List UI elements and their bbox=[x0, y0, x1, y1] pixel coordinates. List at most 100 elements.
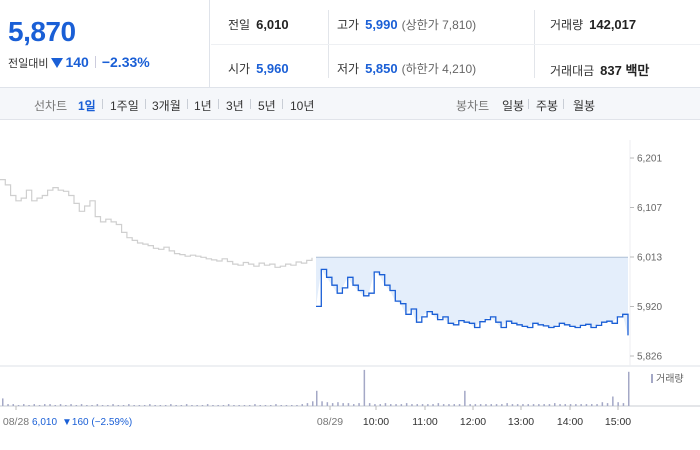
volume-bar bbox=[233, 405, 235, 406]
volume-bar bbox=[59, 404, 62, 406]
volume-bar bbox=[342, 403, 344, 406]
volume-bar bbox=[458, 404, 461, 406]
volume-bar bbox=[296, 405, 298, 406]
volume-bar bbox=[601, 402, 604, 406]
stat-label: 시가 bbox=[228, 62, 251, 76]
volume-bar bbox=[532, 404, 535, 406]
y-tick-label: 6,107 bbox=[637, 203, 662, 214]
stat-label: 전일 bbox=[228, 18, 251, 32]
volume-bar bbox=[326, 402, 329, 406]
tab-1week[interactable]: 1주일 bbox=[110, 97, 139, 114]
tab-divider bbox=[187, 99, 188, 109]
volume-bar bbox=[374, 404, 376, 406]
volume-bar bbox=[185, 404, 188, 406]
volume-bar bbox=[128, 404, 130, 406]
prev-day-caption-price: 6,010 bbox=[32, 417, 57, 428]
volume-bar bbox=[143, 405, 146, 406]
volume-bar bbox=[107, 405, 109, 406]
stat-label: 거래대금 bbox=[550, 64, 595, 78]
volume-bar bbox=[254, 404, 256, 406]
volume-bar bbox=[149, 404, 151, 406]
tab-3years[interactable]: 3년 bbox=[226, 97, 244, 114]
volume-bar bbox=[101, 405, 104, 406]
tab-divider bbox=[282, 99, 283, 109]
candle-chart-label: 봉차트 bbox=[456, 99, 490, 113]
volume-bar bbox=[7, 404, 9, 406]
tab-divider bbox=[528, 99, 529, 109]
x-tick-label: 14:00 bbox=[557, 416, 583, 428]
stat-value: 5,850 bbox=[365, 61, 398, 76]
volume-bar bbox=[400, 404, 403, 406]
volume-bar bbox=[548, 404, 551, 406]
volume-bar bbox=[159, 405, 162, 406]
volume-bar bbox=[453, 404, 455, 406]
volume-bar bbox=[312, 401, 314, 407]
volume-bar bbox=[585, 404, 588, 406]
x-tick-label: 11:00 bbox=[412, 416, 438, 428]
volume-bar bbox=[164, 405, 167, 406]
volume-bar bbox=[469, 404, 471, 406]
prev-day-caption-change: ▼160 (−2.59%) bbox=[62, 417, 132, 428]
volume-bar bbox=[259, 405, 261, 406]
volume-legend: 거래량 bbox=[656, 373, 684, 385]
volume-bar bbox=[347, 403, 350, 406]
stat-open: 시가 5,960 bbox=[228, 60, 289, 77]
volume-bar bbox=[421, 404, 424, 406]
volume-bar bbox=[437, 403, 440, 406]
volume-bar bbox=[416, 404, 418, 406]
y-tick-label: 6,013 bbox=[637, 253, 662, 264]
volume-bar bbox=[217, 405, 219, 406]
tab-3months[interactable]: 3개월 bbox=[152, 97, 181, 114]
volume-bar bbox=[628, 371, 630, 406]
stat-label: 고가 bbox=[337, 18, 360, 32]
tab-daily-candle[interactable]: 일봉 bbox=[502, 97, 524, 114]
stat-low: 저가 5,850 (하한가 4,210) bbox=[337, 60, 476, 77]
stat-value: 5,990 bbox=[365, 17, 398, 32]
volume-bar bbox=[28, 405, 30, 406]
volume-bars bbox=[2, 369, 630, 407]
volume-bar bbox=[564, 404, 566, 406]
volume-bar bbox=[337, 402, 339, 406]
volume-bar bbox=[617, 402, 619, 406]
volume-bar bbox=[133, 405, 135, 406]
volume-bar bbox=[411, 404, 413, 406]
tab-divider bbox=[218, 99, 219, 109]
upper-limit: (상한가 7,810) bbox=[401, 18, 477, 32]
stat-amount: 거래대금 837 백만 bbox=[550, 60, 649, 79]
tab-1day[interactable]: 1일 bbox=[78, 97, 96, 114]
volume-bar bbox=[554, 403, 556, 406]
row-divider bbox=[211, 44, 700, 45]
volume-bar bbox=[170, 404, 172, 406]
volume-bar bbox=[96, 404, 99, 406]
tab-10years[interactable]: 10년 bbox=[290, 97, 314, 114]
volume-bar bbox=[448, 404, 450, 406]
stat-volume: 거래량 142,017 bbox=[550, 16, 636, 33]
change-amount: 140 bbox=[65, 54, 89, 70]
tab-5years[interactable]: 5년 bbox=[258, 97, 276, 114]
x-tick-label: 12:00 bbox=[460, 416, 486, 428]
volume-bar bbox=[363, 369, 366, 406]
volume-bar bbox=[191, 405, 193, 406]
volume-bar bbox=[270, 405, 272, 406]
y-axis-ticks: 6,201 6,107 6,013 5,920 5,826 bbox=[630, 154, 662, 363]
volume-bar bbox=[291, 405, 293, 406]
volume-bar bbox=[91, 405, 93, 406]
volume-bar bbox=[33, 404, 35, 406]
volume-bar bbox=[405, 403, 408, 406]
volume-bar bbox=[379, 404, 381, 406]
tab-monthly-candle[interactable]: 월봉 bbox=[573, 97, 595, 114]
down-triangle-icon bbox=[51, 58, 64, 68]
tab-weekly-candle[interactable]: 주봉 bbox=[536, 97, 558, 114]
x-tick-label: 15:00 bbox=[605, 416, 631, 428]
volume-bar bbox=[490, 404, 492, 406]
stat-prev-close: 전일 6,010 bbox=[228, 16, 289, 33]
change-percent: −2.33% bbox=[101, 54, 150, 70]
volume-bar bbox=[54, 405, 56, 406]
change-row: 전일대비 140 −2.33% bbox=[8, 54, 150, 71]
volume-bar bbox=[442, 404, 445, 406]
volume-bar bbox=[427, 404, 429, 406]
volume-bar bbox=[285, 405, 288, 406]
x-tick-label: 08/28 bbox=[3, 416, 29, 428]
tab-1year[interactable]: 1년 bbox=[194, 97, 212, 114]
y-tick-label: 6,201 bbox=[637, 154, 662, 165]
